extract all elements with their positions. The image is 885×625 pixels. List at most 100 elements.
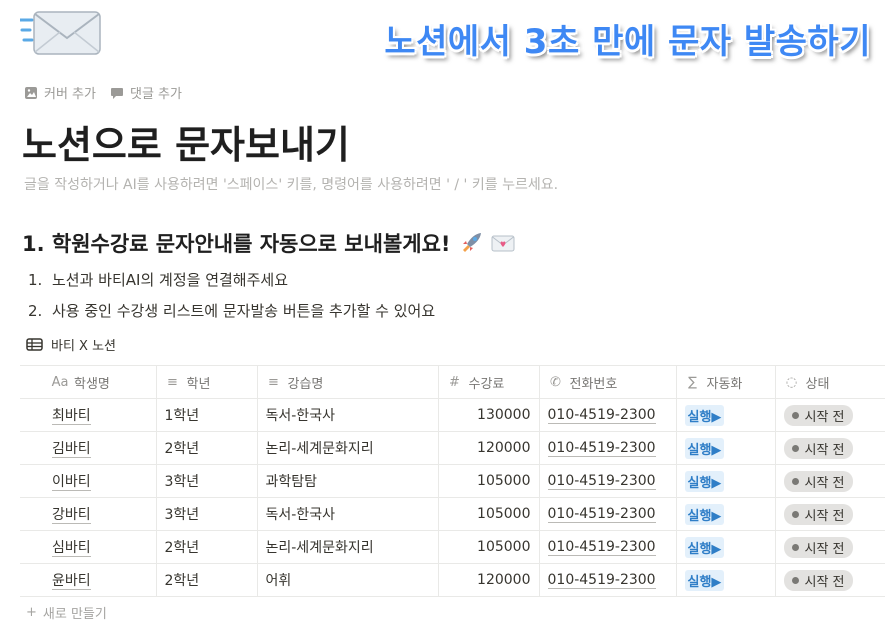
cell-phone[interactable]: 010-4519-2300 — [539, 563, 677, 597]
table-row[interactable]: 심바티 2학년 논리-세계문화지리 105000 010-4519-2300 실행▶ 시작 … — [20, 530, 885, 564]
cell-name[interactable]: 최바티 — [20, 398, 157, 432]
cell-course[interactable]: 독서-한국사 — [257, 398, 439, 432]
phone-link[interactable]: 010-4519-2300 — [547, 572, 656, 589]
list-item[interactable]: 2. 사용 중인 수강생 리스트에 문자발송 버튼을 추가할 수 있어요 — [28, 295, 435, 326]
cell-grade[interactable]: 2학년 — [156, 530, 258, 564]
fee-text: 105000 — [477, 473, 531, 489]
cell-automation[interactable]: 실행▶ — [676, 563, 776, 597]
cell-name[interactable]: 이바티 — [20, 464, 157, 498]
status-dot-icon — [791, 411, 799, 419]
cell-course[interactable]: 과학탐탐 — [257, 464, 439, 498]
column-header-status[interactable]: ◌ 상태 — [775, 365, 885, 399]
cell-name[interactable]: 심바티 — [20, 530, 157, 564]
column-header-phone[interactable]: ✆ 전화번호 — [539, 365, 677, 399]
column-header-grade[interactable]: ≡ 학년 — [156, 365, 258, 399]
comment-icon — [110, 87, 123, 99]
cell-grade[interactable]: 2학년 — [156, 563, 258, 597]
cell-name[interactable]: 강바티 — [20, 497, 157, 531]
table-row[interactable]: 김바티 2학년 논리-세계문화지리 120000 010-4519-2300 실행▶ 시작 … — [20, 431, 885, 465]
table-row[interactable]: 윤바티 2학년 어휘 120000 010-4519-2300 실행▶ 시작 전 — [20, 563, 885, 597]
phone-link[interactable]: 010-4519-2300 — [547, 506, 656, 523]
student-name[interactable]: 윤바티 — [52, 573, 91, 590]
cell-automation[interactable]: 실행▶ — [676, 530, 776, 564]
cell-status[interactable]: 시작 전 — [775, 497, 885, 531]
cell-course[interactable]: 어휘 — [257, 563, 439, 597]
phone-link[interactable]: 010-4519-2300 — [547, 539, 656, 556]
cell-automation[interactable]: 실행▶ — [676, 497, 776, 531]
run-button[interactable]: 실행▶ — [684, 536, 725, 558]
cell-status[interactable]: 시작 전 — [775, 530, 885, 564]
cell-phone[interactable]: 010-4519-2300 — [539, 497, 677, 531]
cell-name[interactable]: 윤바티 — [20, 563, 157, 597]
cell-status[interactable]: 시작 전 — [775, 431, 885, 465]
column-header-course[interactable]: ≡ 강습명 — [257, 365, 439, 399]
database-title[interactable]: 바티 X 노션 — [26, 335, 116, 354]
cell-phone[interactable]: 010-4519-2300 — [539, 464, 677, 498]
love-letter-icon — [491, 235, 514, 252]
cell-automation[interactable]: 실행▶ — [676, 431, 776, 465]
cell-status[interactable]: 시작 전 — [775, 563, 885, 597]
list-item[interactable]: 1. 노션과 바티AI의 계정을 연결해주세요 — [28, 264, 435, 295]
phone-link[interactable]: 010-4519-2300 — [547, 407, 656, 424]
cell-fee[interactable]: 105000 — [438, 497, 540, 531]
cell-status[interactable]: 시작 전 — [775, 464, 885, 498]
phone-link[interactable]: 010-4519-2300 — [547, 473, 656, 490]
status-badge[interactable]: 시작 전 — [783, 437, 853, 459]
editor-placeholder[interactable]: 글을 작성하거나 AI를 사용하려면 '스페이스' 키를, 명령어를 사용하려면… — [24, 174, 558, 194]
table-row[interactable]: 강바티 3학년 독서-한국사 105000 010-4519-2300 실행▶ 시작 전 — [20, 497, 885, 531]
cell-phone[interactable]: 010-4519-2300 — [539, 398, 677, 432]
cell-automation[interactable]: 실행▶ — [676, 398, 776, 432]
cell-fee[interactable]: 120000 — [438, 563, 540, 597]
status-spinner-icon: ◌ — [785, 374, 798, 390]
cell-course[interactable]: 논리-세계문화지리 — [257, 530, 439, 564]
cell-grade[interactable]: 2학년 — [156, 431, 258, 465]
cell-grade[interactable]: 1학년 — [156, 398, 258, 432]
cell-fee[interactable]: 105000 — [438, 530, 540, 564]
column-header-fee[interactable]: # 수강료 — [438, 365, 540, 399]
cell-phone[interactable]: 010-4519-2300 — [539, 431, 677, 465]
student-name[interactable]: 최바티 — [52, 408, 91, 425]
phone-link[interactable]: 010-4519-2300 — [547, 440, 656, 457]
cell-phone[interactable]: 010-4519-2300 — [539, 530, 677, 564]
status-dot-icon — [791, 477, 799, 485]
run-button[interactable]: 실행▶ — [684, 404, 725, 426]
column-label: 수강료 — [468, 376, 505, 392]
cell-fee[interactable]: 130000 — [438, 398, 540, 432]
new-row-button[interactable]: + 새로 만들기 — [26, 603, 107, 622]
status-badge[interactable]: 시작 전 — [783, 404, 853, 426]
grade-text: 3학년 — [164, 507, 200, 523]
status-badge[interactable]: 시작 전 — [783, 470, 853, 492]
cell-status[interactable]: 시작 전 — [775, 398, 885, 432]
page-title[interactable]: 노션으로 문자보내기 — [22, 114, 350, 169]
cell-grade[interactable]: 3학년 — [156, 464, 258, 498]
student-name[interactable]: 심바티 — [52, 540, 91, 557]
add-comment-label: 댓글 추가 — [129, 87, 182, 102]
cell-fee[interactable]: 105000 — [438, 464, 540, 498]
run-button[interactable]: 실행▶ — [684, 437, 725, 459]
cell-grade[interactable]: 3학년 — [156, 497, 258, 531]
status-badge[interactable]: 시작 전 — [783, 503, 853, 525]
cell-course[interactable]: 독서-한국사 — [257, 497, 439, 531]
add-cover-button[interactable]: 커버 추가 — [24, 83, 96, 102]
cell-automation[interactable]: 실행▶ — [676, 464, 776, 498]
table-row[interactable]: 최바티 1학년 독서-한국사 130000 010-4519-2300 실행▶ 시작 전 — [20, 398, 885, 432]
column-header-automation[interactable]: ∑ 자동화 — [676, 365, 776, 399]
status-badge[interactable]: 시작 전 — [783, 569, 853, 591]
add-comment-button[interactable]: 댓글 추가 — [110, 83, 182, 102]
student-name[interactable]: 이바티 — [52, 474, 91, 491]
table-row[interactable]: 이바티 3학년 과학탐탐 105000 010-4519-2300 실행▶ 시작 전 — [20, 464, 885, 498]
sigma-icon: ∑ — [688, 374, 697, 390]
column-header-name[interactable]: Aa 학생명 — [20, 365, 157, 399]
status-badge[interactable]: 시작 전 — [783, 536, 853, 558]
student-name[interactable]: 김바티 — [52, 441, 91, 458]
run-button[interactable]: 실행▶ — [684, 569, 725, 591]
student-name[interactable]: 강바티 — [52, 507, 91, 524]
cell-course[interactable]: 논리-세계문화지리 — [257, 431, 439, 465]
cell-fee[interactable]: 120000 — [438, 431, 540, 465]
run-button[interactable]: 실행▶ — [684, 503, 725, 525]
status-text: 시작 전 — [804, 508, 845, 524]
section-heading[interactable]: 1. 학원수강료 문자안내를 자동으로 보내볼게요! — [22, 228, 515, 258]
run-button[interactable]: 실행▶ — [684, 470, 725, 492]
cell-name[interactable]: 김바티 — [20, 431, 157, 465]
envelope-icon[interactable] — [20, 8, 104, 58]
